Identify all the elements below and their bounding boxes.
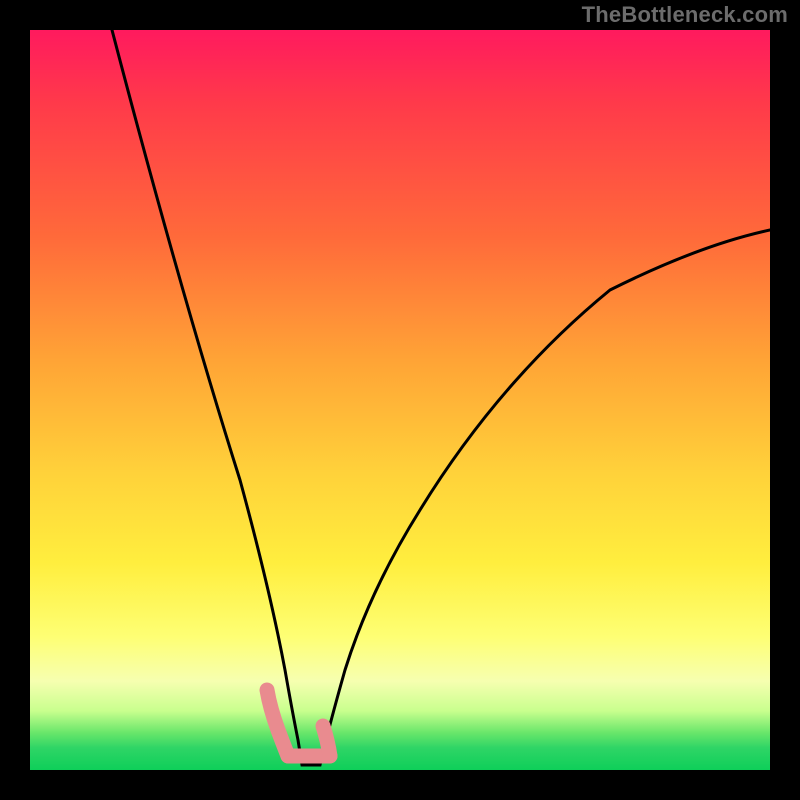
bottleneck-curve [112,30,770,765]
watermark-text: TheBottleneck.com [582,2,788,28]
chart-stage: TheBottleneck.com [0,0,800,800]
curve-layer [30,30,770,770]
plot-area [30,30,770,770]
